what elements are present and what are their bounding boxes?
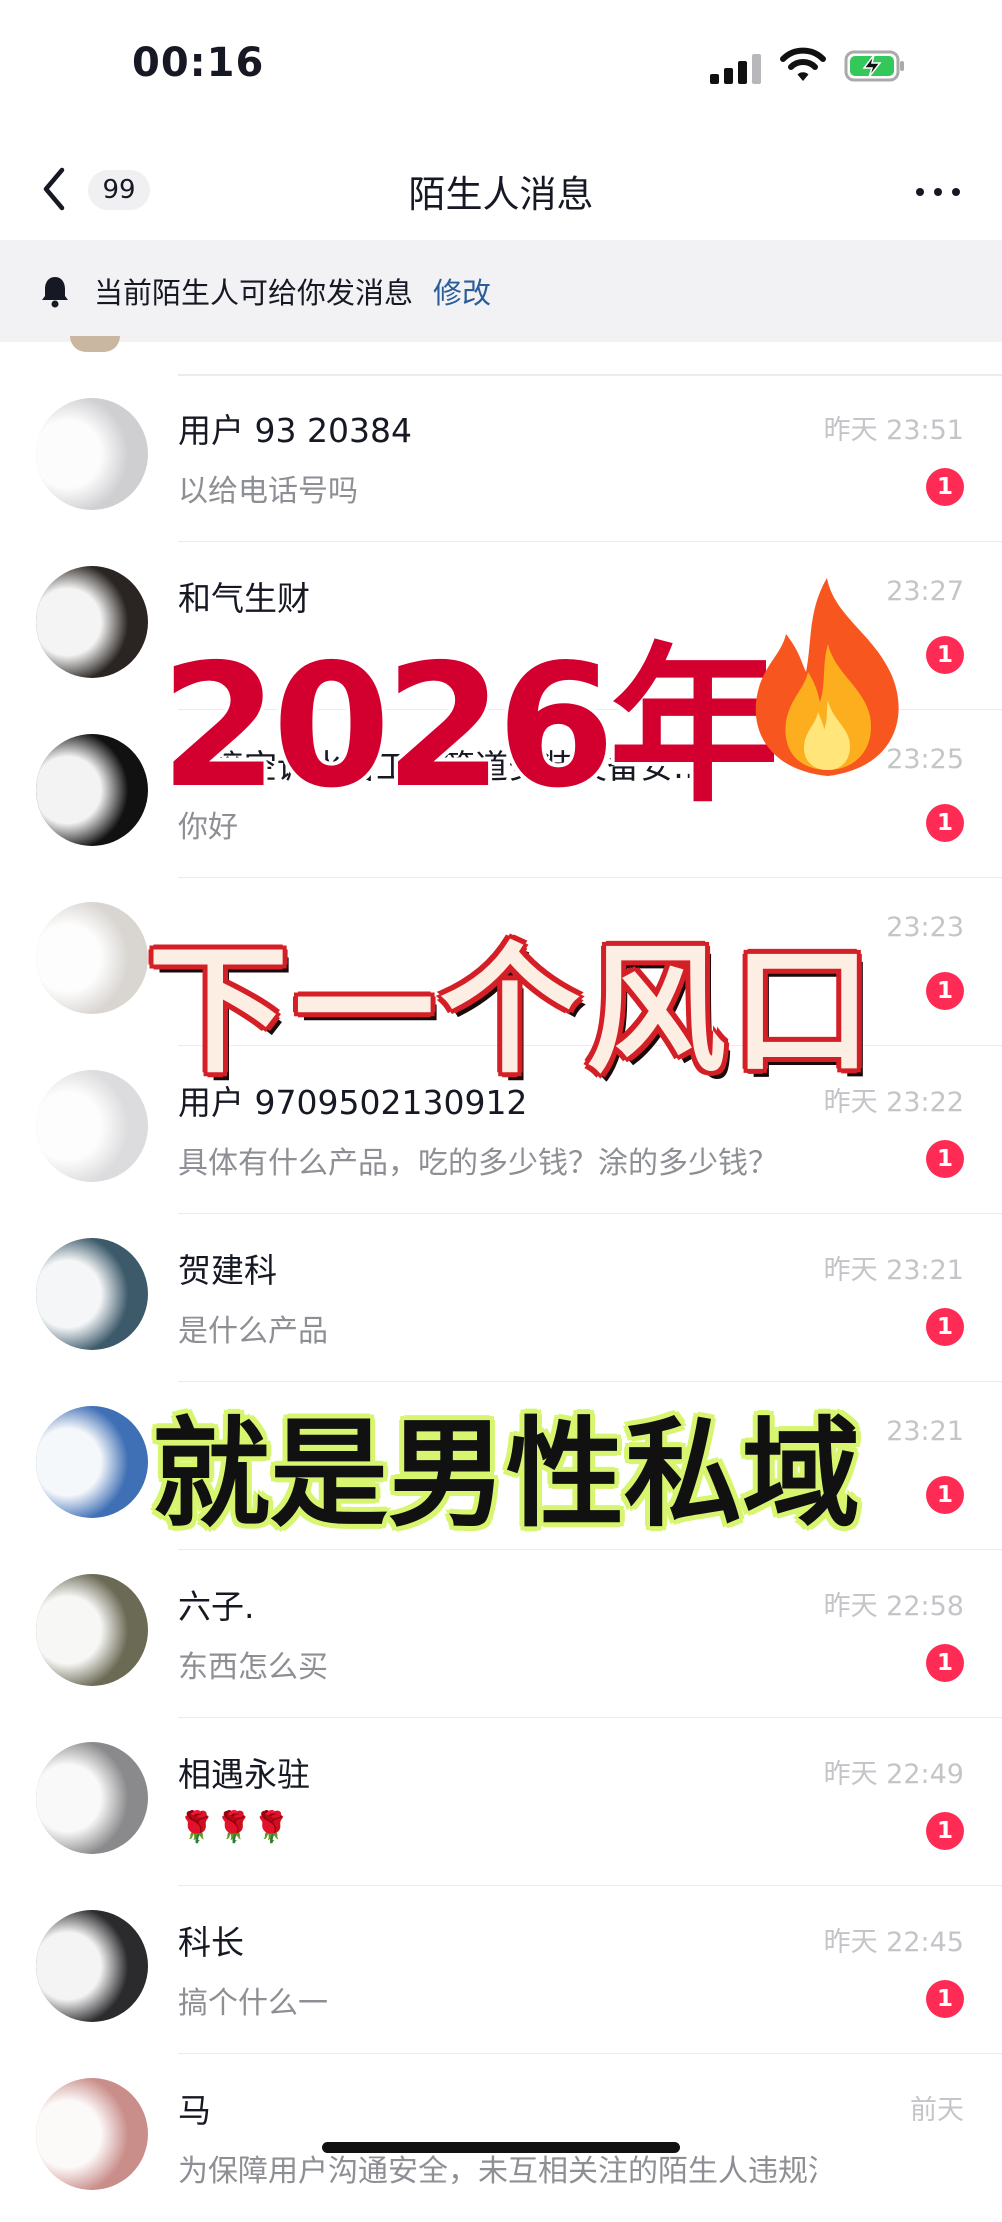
message-preview: 搞个什么一 [178, 1986, 328, 2021]
unread-badge: 1 [926, 1140, 964, 1178]
unread-badge: 1 [926, 468, 964, 506]
unread-badge: 1 [926, 804, 964, 842]
message-time: 昨天 22:49 [823, 1759, 964, 1790]
contact-name: 相遇永驻 [178, 1755, 310, 1794]
message-time: 前天 [910, 2095, 964, 2126]
conversation-row[interactable]: 用户 93 20384 昨天 23:51 以给电话号吗 1 [0, 374, 1002, 542]
nav-bar: 99 陌生人消息 [0, 140, 1002, 240]
avatar[interactable] [36, 1070, 148, 1182]
fire-emoji-icon [755, 578, 899, 776]
message-time: 23:23 [886, 912, 964, 943]
overlay-year-text: 2026年 [160, 628, 779, 826]
overlay-phrase-one: 下一个风口 [148, 930, 879, 1093]
bell-icon [42, 277, 68, 308]
avatar[interactable] [36, 1574, 148, 1686]
signal-icon [710, 52, 762, 84]
avatar[interactable] [36, 2078, 148, 2190]
message-preview: 🌹🌹🌹 [178, 1810, 291, 1845]
status-bar: 00:16 [0, 0, 1002, 140]
contact-name: 科长 [178, 1923, 244, 1962]
notice-text: 当前陌生人可给你发消息 [94, 276, 414, 310]
unread-badge: 1 [926, 1980, 964, 2018]
unread-badge: 1 [926, 1308, 964, 1346]
page-title: 陌生人消息 [408, 173, 594, 216]
conversation-row[interactable]: 科长 昨天 22:45 搞个什么一 1 [0, 1886, 1002, 2054]
unread-badge: 1 [926, 1812, 964, 1850]
avatar[interactable] [36, 1742, 148, 1854]
message-time: 昨天 23:21 [823, 1255, 964, 1286]
unread-badge: 1 [926, 1476, 964, 1514]
contact-name: 用户 93 20384 [178, 411, 412, 450]
contact-name: 马 [178, 2091, 211, 2130]
avatar[interactable] [36, 1238, 148, 1350]
partial-avatar [70, 336, 120, 352]
overlay-phrase-two: 就是男性私域 [152, 1405, 861, 1543]
conversation-row[interactable]: 相遇永驻 昨天 22:49 🌹🌹🌹 1 [0, 1718, 1002, 1886]
avatar[interactable] [36, 734, 148, 846]
message-preview: 东西怎么买 [178, 1650, 328, 1685]
status-time: 00:16 [132, 40, 265, 86]
message-time: 昨天 23:51 [823, 415, 964, 446]
message-preview: 以给电话号吗 [178, 474, 358, 509]
message-preview: 是什么产品 [178, 1314, 328, 1349]
conversation-row[interactable]: 贺建科 昨天 23:21 是什么产品 1 [0, 1214, 1002, 1382]
message-time: 23:21 [886, 1416, 964, 1447]
unread-badge: 1 [926, 636, 964, 674]
stranger-message-notice: 当前陌生人可给你发消息 修改 [0, 240, 1002, 342]
avatar[interactable] [36, 1406, 148, 1518]
avatar[interactable] [36, 902, 148, 1014]
conversation-row[interactable]: 六子. 昨天 22:58 东西怎么买 1 [0, 1550, 1002, 1718]
wifi-icon [780, 47, 826, 81]
avatar[interactable] [36, 1910, 148, 2022]
message-time: 昨天 22:45 [823, 1927, 964, 1958]
avatar[interactable] [36, 398, 148, 510]
unread-badge: 1 [926, 1644, 964, 1682]
contact-name: 六子. [178, 1587, 255, 1626]
modify-link[interactable]: 修改 [433, 270, 491, 312]
avatar[interactable] [36, 566, 148, 678]
message-preview: 具体有什么产品，吃的多少钱？涂的多少钱？ [178, 1146, 778, 1181]
contact-name: 贺建科 [178, 1251, 277, 1290]
message-time: 昨天 22:58 [823, 1591, 964, 1622]
more-dots-icon[interactable] [910, 168, 966, 212]
home-indicator [322, 2142, 680, 2153]
conversation-row[interactable]: 马 前天 为保障用户沟通安全，未互相关注的陌生人违规消息 [0, 2054, 1002, 2222]
battery-charging-icon [844, 50, 904, 82]
unread-badge: 1 [926, 972, 964, 1010]
